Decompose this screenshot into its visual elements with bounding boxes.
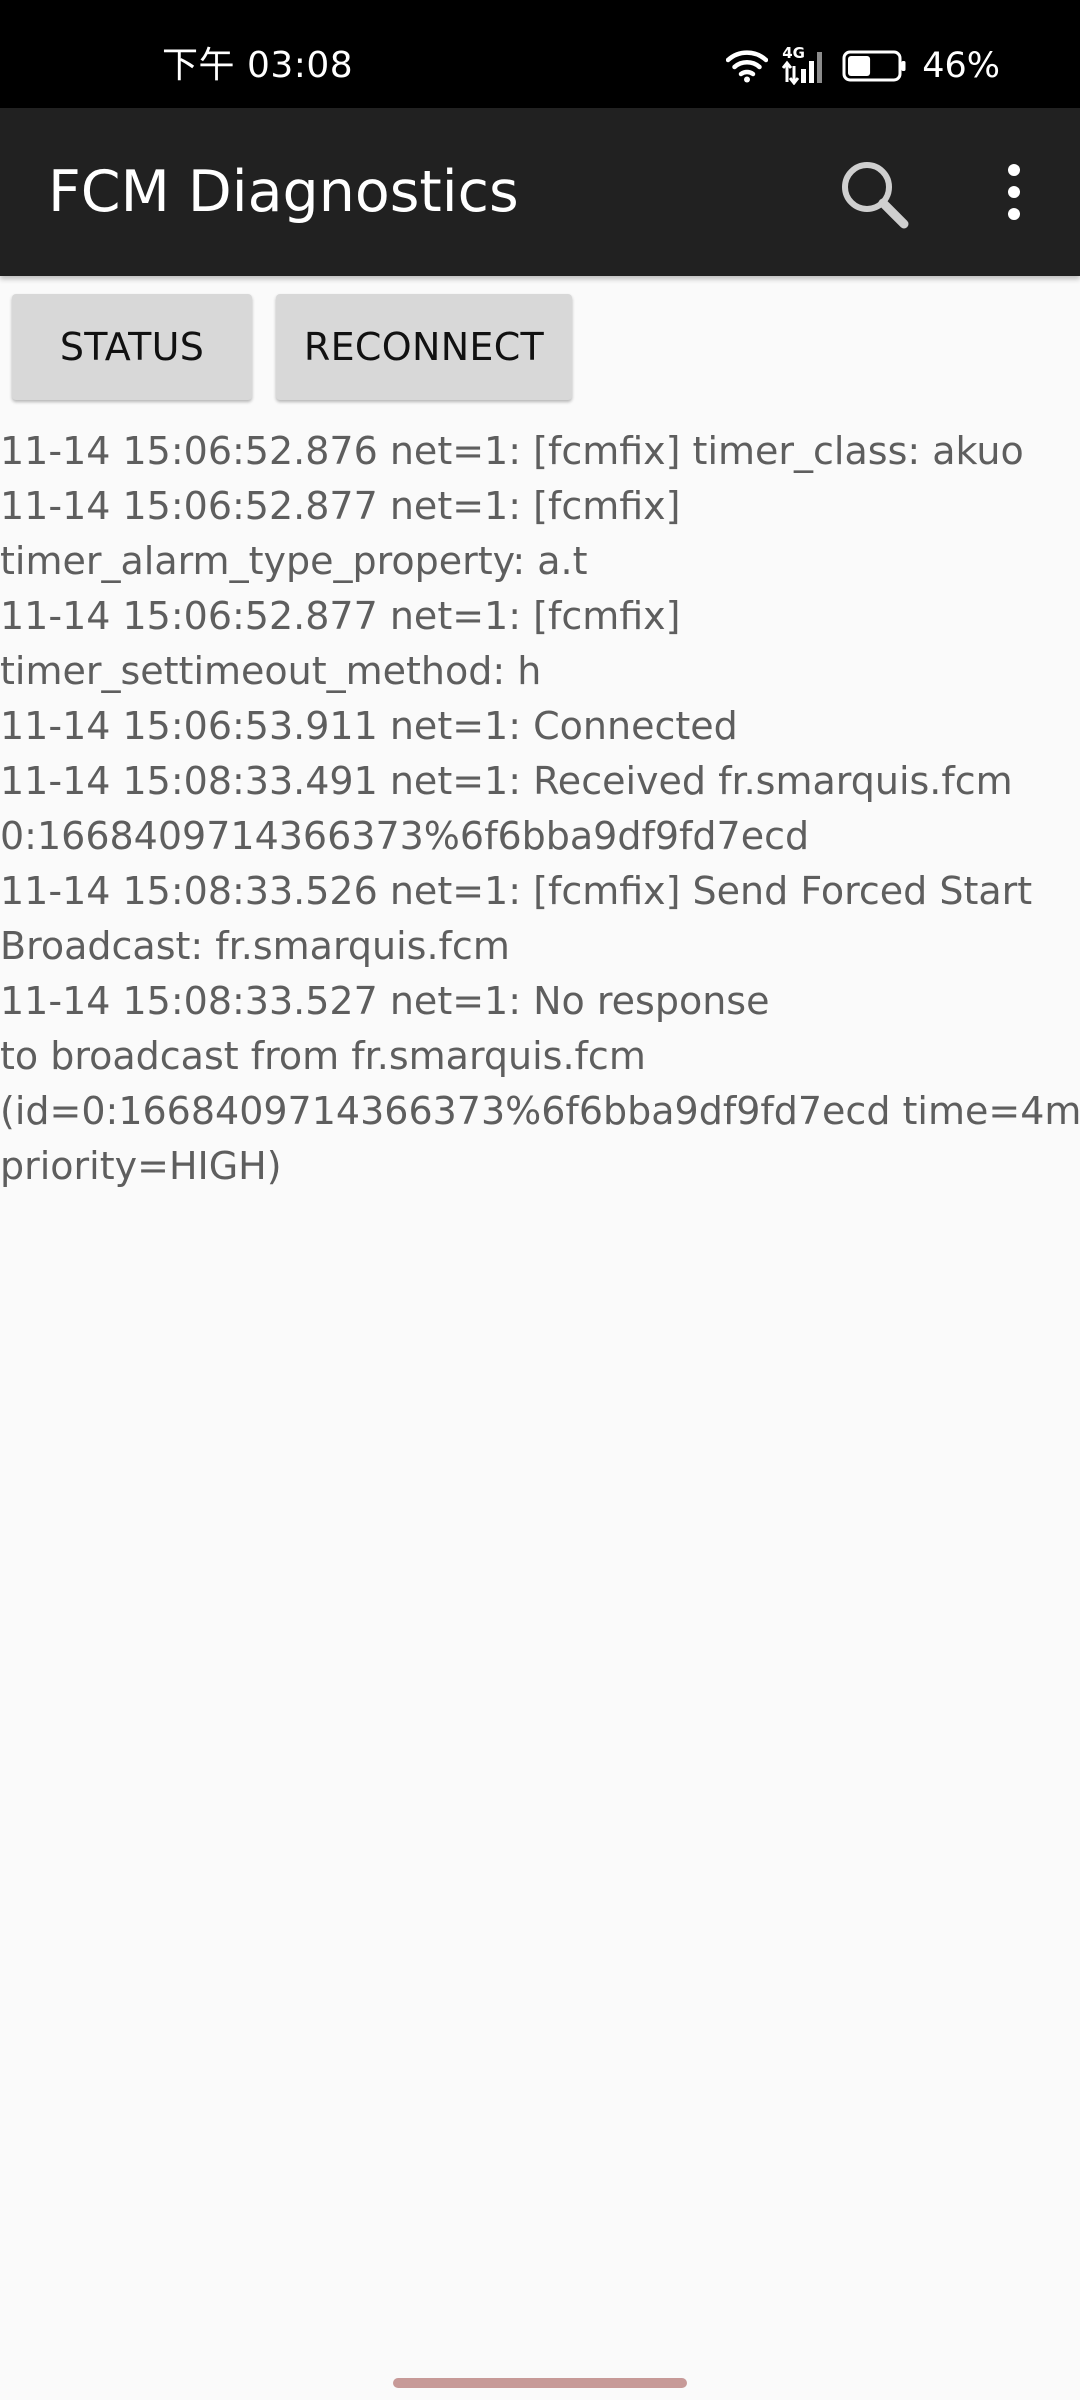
home-indicator[interactable] [393, 2378, 687, 2388]
overflow-menu-icon [1008, 164, 1020, 220]
log-line: timer_settimeout_method: h [0, 649, 542, 693]
log-line: to broadcast from fr.smarquis.fcm [0, 1034, 646, 1078]
log-line: 11-14 15:08:33.491 net=1: Received fr.sm… [0, 759, 1013, 803]
log-line: 11-14 15:06:53.911 net=1: Connected [0, 704, 738, 748]
search-icon [842, 162, 909, 229]
log-line: Broadcast: fr.smarquis.fcm [0, 924, 510, 968]
search-button[interactable] [836, 156, 914, 234]
reconnect-button[interactable]: RECONNECT [276, 294, 572, 400]
overflow-menu-button[interactable] [984, 152, 1044, 232]
battery-percent: 46% [922, 46, 1000, 86]
log-line: 11-14 15:08:33.526 net=1: [fcmfix] Send … [0, 869, 1033, 913]
log-line: 11-14 15:06:52.877 net=1: [fcmfix] [0, 594, 681, 638]
app-bar: FCM Diagnostics [0, 108, 1080, 276]
log-line: 11-14 15:06:52.876 net=1: [fcmfix] timer… [0, 429, 1024, 473]
log-line: timer_alarm_type_property: a.t [0, 539, 588, 583]
log-line: (id=0:1668409714366373%6f6bba9df9fd7ecd … [0, 1089, 1080, 1133]
status-icons: 4G 46% [726, 44, 1000, 88]
log-line: priority=HIGH) [0, 1144, 282, 1188]
cellular-signal-icon: 4G [782, 45, 828, 85]
battery-icon [842, 50, 908, 82]
status-bar: 下午 03:08 4G 46% [0, 0, 1080, 108]
log-line: 11-14 15:06:52.877 net=1: [fcmfix] [0, 484, 681, 528]
status-time: 下午 03:08 [162, 45, 354, 86]
status-button[interactable]: STATUS [12, 294, 252, 400]
log-output: 11-14 15:06:52.876 net=1: [fcmfix] timer… [0, 424, 1080, 1194]
log-line: 11-14 15:08:33.527 net=1: No response [0, 979, 770, 1023]
log-line: 0:1668409714366373%6f6bba9df9fd7ecd [0, 814, 810, 858]
app-title: FCM Diagnostics [48, 159, 519, 225]
wifi-icon [726, 49, 769, 83]
